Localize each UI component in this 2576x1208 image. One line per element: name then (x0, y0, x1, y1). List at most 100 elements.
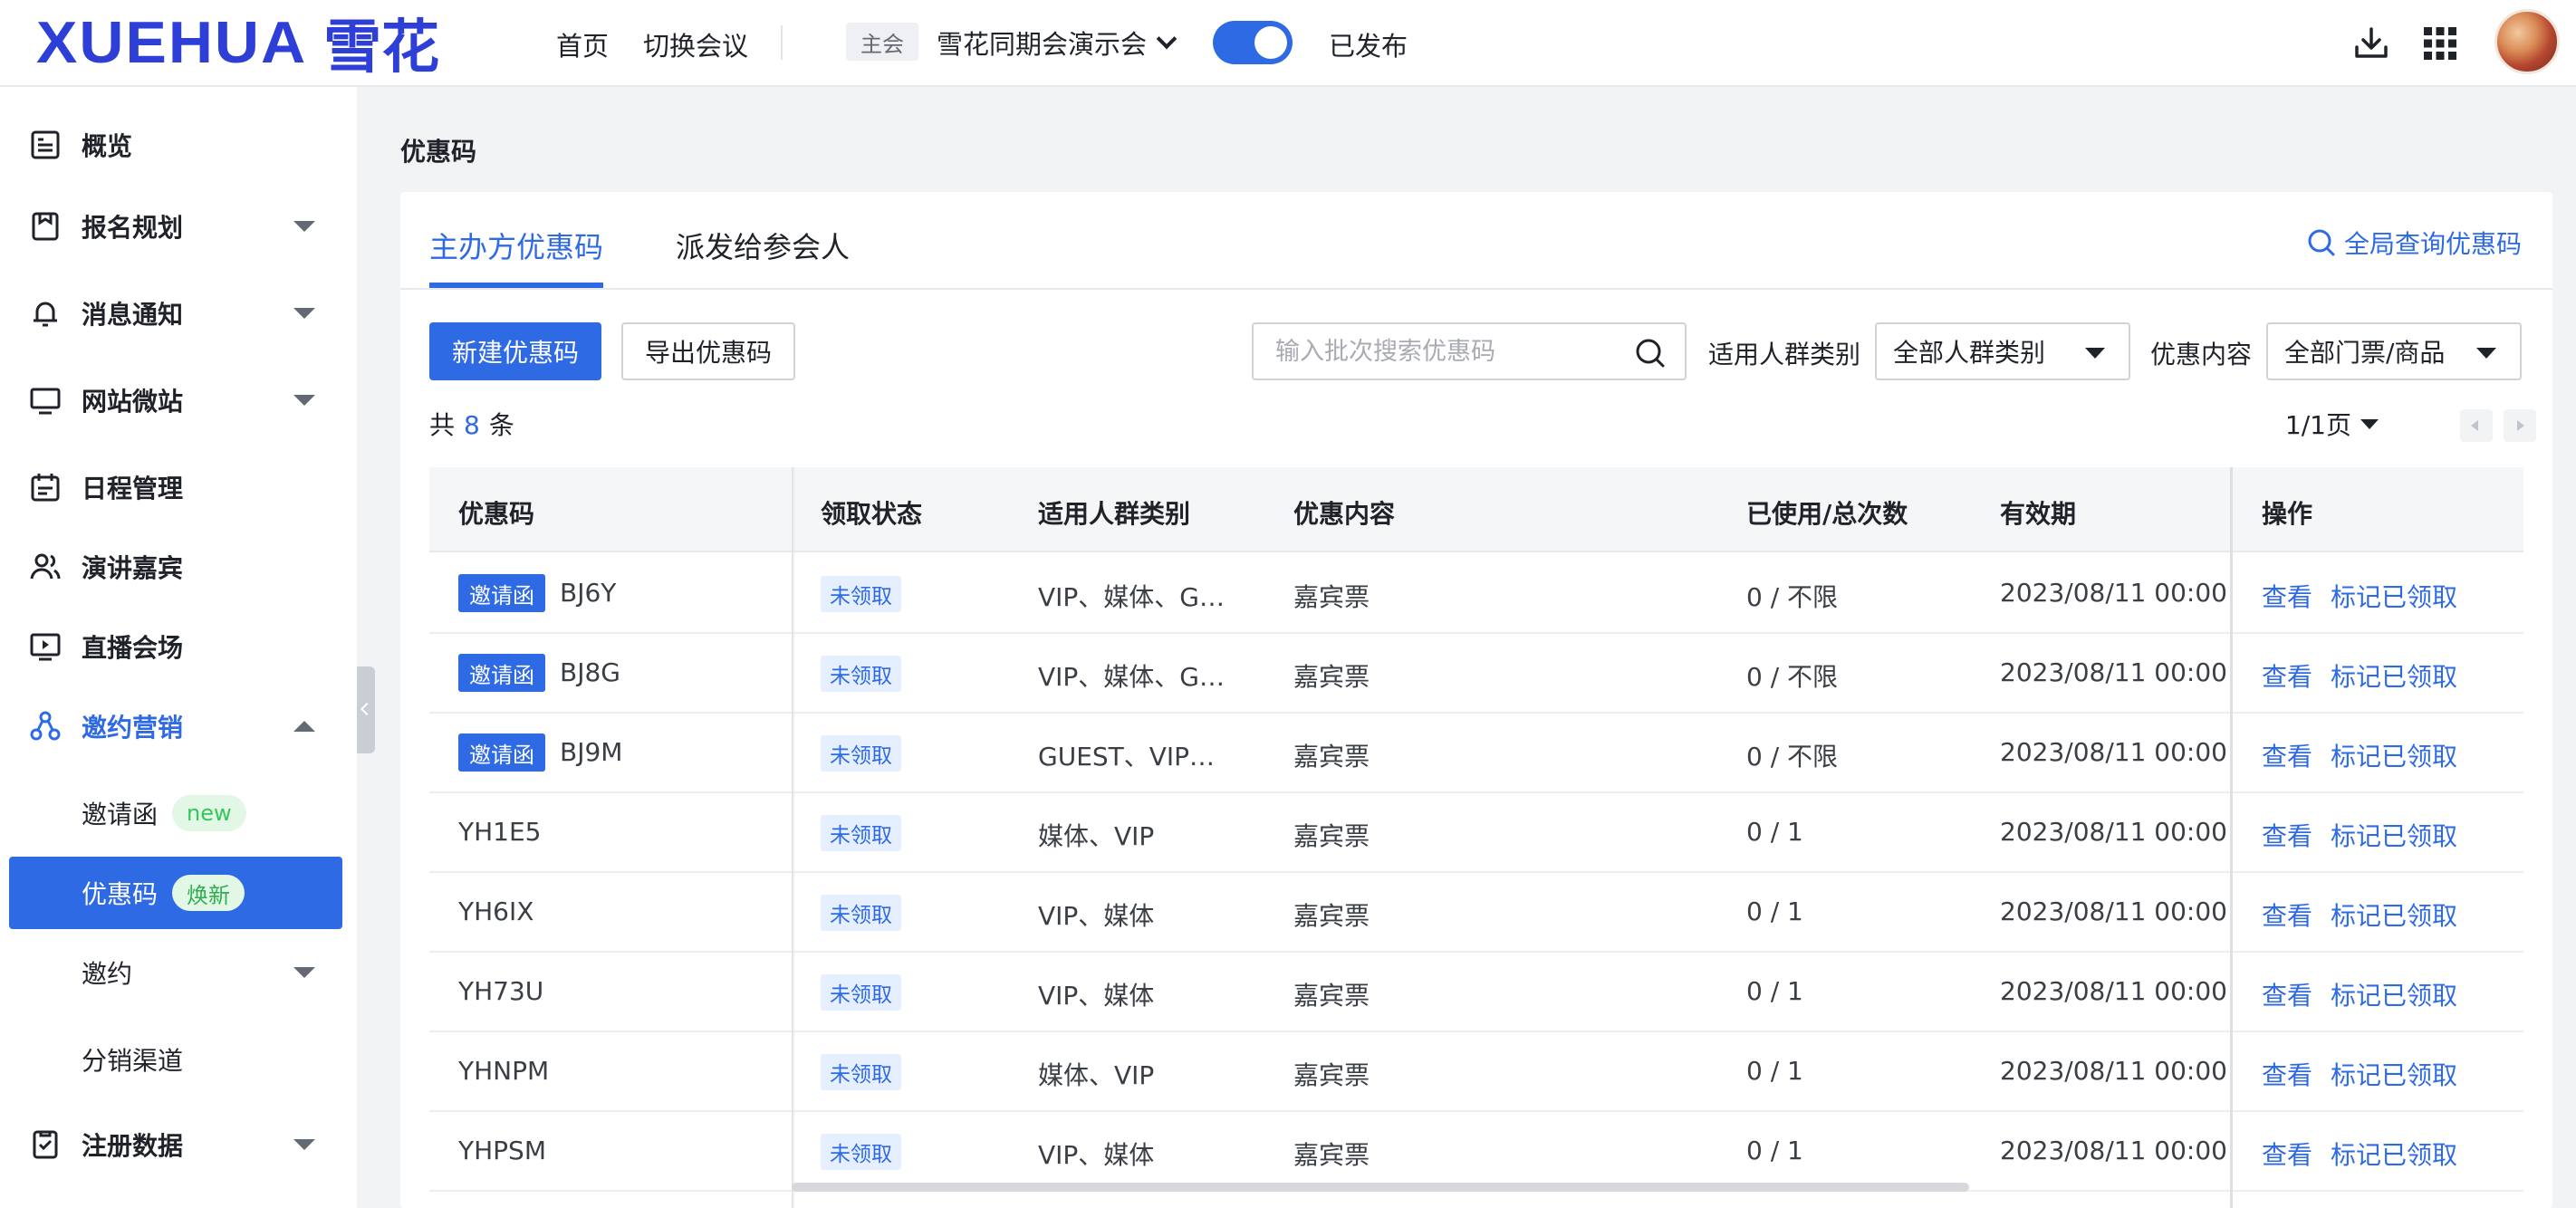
sidebar-item-schedule[interactable]: 日程管理 (0, 447, 357, 527)
sidebar-collapse-handle[interactable] (357, 666, 375, 753)
publish-toggle[interactable] (1213, 21, 1293, 64)
event-selector[interactable]: 雪花同期会演示会 (937, 24, 1177, 62)
nav-home-link[interactable]: 首页 (556, 25, 609, 63)
sidebar-item-label: 直播会场 (82, 633, 184, 663)
audience-cell: GUEST、VIP… (1038, 742, 1216, 772)
nav-switch-meeting-link[interactable]: 切换会议 (643, 25, 748, 63)
tab-distributed-codes[interactable]: 派发给参会人 (676, 225, 850, 266)
monitor-icon (30, 388, 61, 415)
bell-icon (34, 302, 57, 327)
usage-cell: 0 / 1 (1746, 896, 1803, 926)
search-input[interactable] (1275, 324, 1638, 379)
validity-cell: 2023/08/11 00:00 - (2000, 976, 2244, 1006)
audience-cell: VIP、媒体 (1038, 901, 1155, 931)
audience-cell: 媒体、VIP (1038, 821, 1155, 851)
view-link[interactable]: 查看 (2262, 657, 2312, 694)
audience-filter-value: 全部人群类别 (1893, 338, 2046, 368)
caret-down-icon (2085, 348, 2105, 359)
sidebar-subitem-promo-code[interactable]: 优惠码 焕新 (9, 857, 342, 929)
sidebar-item-notifications[interactable]: 消息通知 (0, 273, 357, 353)
sidebar-subitem-distribution[interactable]: 分销渠道 (9, 1023, 342, 1096)
action-row: 查看 标记已领取 (2233, 714, 2523, 793)
prev-page-button[interactable] (2460, 409, 2493, 442)
main-event-tag: 主会 (846, 23, 918, 61)
tab-divider (400, 288, 2552, 290)
total-number: 8 (464, 410, 480, 440)
mark-claimed-link[interactable]: 标记已领取 (2331, 1136, 2457, 1172)
search-icon[interactable] (1634, 337, 1667, 369)
content-cell: 嘉宾票 (1293, 981, 1370, 1011)
search-icon (2308, 229, 2335, 256)
mark-claimed-link[interactable]: 标记已领取 (2331, 1056, 2457, 1092)
sidebar-subitem-invitation[interactable]: 邀请函 new (9, 777, 342, 849)
apps-grid-icon[interactable] (2418, 22, 2462, 65)
sidebar-item-register-data[interactable]: 注册数据 (0, 1105, 357, 1184)
sidebar-item-marketing[interactable]: 邀约营销 (0, 686, 357, 766)
tab-organizer-codes[interactable]: 主办方优惠码 (429, 225, 603, 266)
view-link[interactable]: 查看 (2262, 976, 2312, 1012)
logo-cn: 雪花 (323, 14, 440, 81)
invitation-tag: 邀请函 (458, 654, 545, 692)
live-icon (30, 633, 61, 661)
audience-cell: VIP、媒体、G… (1038, 582, 1225, 612)
action-row: 查看 标记已领取 (2233, 873, 2523, 953)
sidebar-item-speakers[interactable]: 演讲嘉宾 (0, 527, 357, 607)
promo-code-cell: BJ6Y (560, 578, 617, 608)
sidebar-item-registration[interactable]: 报名规划 (0, 187, 357, 266)
content-filter-value: 全部门票/商品 (2284, 338, 2446, 368)
mark-claimed-link[interactable]: 标记已领取 (2331, 578, 2457, 614)
page-selector[interactable]: 1/1页 (2285, 406, 2379, 442)
sidebar-subitem-invite[interactable]: 邀约 (9, 936, 342, 1009)
content-filter-select[interactable]: 全部门票/商品 (2266, 322, 2522, 380)
sidebar-subitem-label: 邀请函 (82, 800, 159, 829)
sidebar-item-label: 消息通知 (82, 300, 184, 330)
total-count: 共8条 (429, 406, 514, 442)
download-icon[interactable] (2350, 22, 2393, 65)
table-row: 邀请函 BJ8G 未领取 VIP、媒体、G… 嘉宾票 0 / 不限 2023/08/11 0… (429, 634, 2523, 714)
promo-code-cell: YH1E5 (458, 817, 542, 847)
table-horizontal-scrollbar[interactable] (792, 1183, 1969, 1192)
calendar-icon (31, 474, 60, 502)
search-field (1252, 322, 1687, 380)
view-link[interactable]: 查看 (2262, 817, 2312, 853)
status-badge: 未领取 (821, 974, 901, 1011)
promo-code-cell: YHNPM (458, 1056, 550, 1086)
content-cell: 嘉宾票 (1293, 821, 1370, 851)
validity-cell: 2023/08/11 00:00 - (2000, 1056, 2244, 1086)
audience-cell: VIP、媒体、G… (1038, 662, 1225, 692)
toggle-knob (1254, 26, 1287, 59)
view-link[interactable]: 查看 (2262, 1136, 2312, 1172)
invitation-tag: 邀请函 (458, 733, 545, 772)
mark-claimed-link[interactable]: 标记已领取 (2331, 817, 2457, 853)
usage-cell: 0 / 不限 (1746, 742, 1839, 772)
status-badge: 未领取 (821, 1054, 901, 1090)
new-promo-code-button[interactable]: 新建优惠码 (429, 322, 601, 380)
action-row: 查看 标记已领取 (2233, 1112, 2523, 1192)
sidebar-item-live[interactable]: 直播会场 (0, 607, 357, 686)
view-link[interactable]: 查看 (2262, 896, 2312, 933)
content-cell: 嘉宾票 (1293, 901, 1370, 931)
table-row: 邀请函 BJ9M 未领取 GUEST、VIP… 嘉宾票 0 / 不限 2023/08/11 … (429, 714, 2523, 793)
global-search-label: 全局查询优惠码 (2343, 229, 2522, 259)
view-link[interactable]: 查看 (2262, 1056, 2312, 1092)
header-divider (781, 25, 783, 60)
sidebar-item-website[interactable]: 网站微站 (0, 360, 357, 440)
table-row: YH73U 未领取 VIP、媒体 嘉宾票 0 / 1 2023/08/11 00:00 - (429, 953, 2523, 1032)
audience-filter-select[interactable]: 全部人群类别 (1875, 322, 2130, 380)
global-search-link[interactable]: 全局查询优惠码 (2306, 225, 2522, 261)
logo[interactable]: XUEHUA 雪花 (36, 10, 439, 81)
content-cell: 嘉宾票 (1293, 662, 1370, 692)
avatar[interactable] (2494, 9, 2560, 74)
next-page-button[interactable] (2504, 409, 2536, 442)
view-link[interactable]: 查看 (2262, 578, 2312, 614)
mark-claimed-link[interactable]: 标记已领取 (2331, 657, 2457, 694)
sidebar-item-overview[interactable]: 概览 (0, 105, 357, 185)
audience-cell: 媒体、VIP (1038, 1060, 1155, 1090)
table-header: 优惠码 领取状态 适用人群类别 优惠内容 已使用/总次数 有效期 (429, 467, 2523, 552)
view-link[interactable]: 查看 (2262, 737, 2312, 773)
new-badge: new (172, 795, 246, 831)
mark-claimed-link[interactable]: 标记已领取 (2331, 737, 2457, 773)
mark-claimed-link[interactable]: 标记已领取 (2331, 896, 2457, 933)
export-promo-code-button[interactable]: 导出优惠码 (621, 322, 795, 380)
mark-claimed-link[interactable]: 标记已领取 (2331, 976, 2457, 1012)
